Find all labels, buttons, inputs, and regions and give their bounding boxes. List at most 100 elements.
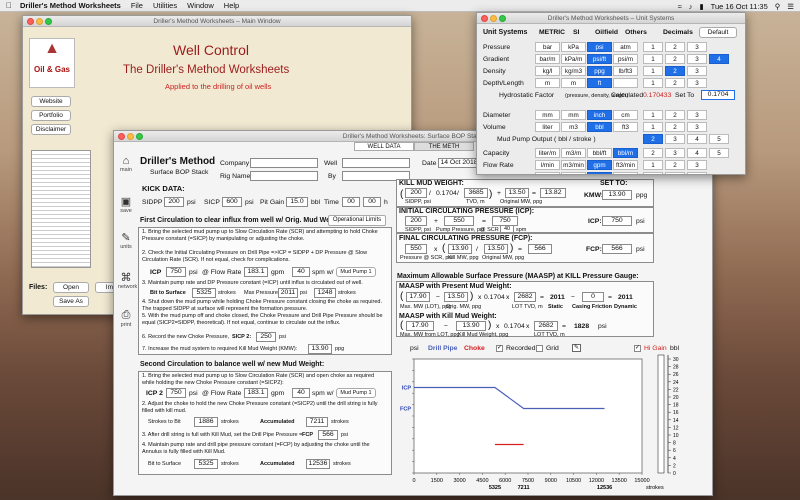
units.rows2-0-option-3[interactable]: cm	[613, 110, 638, 120]
units.rows3-1-option-1[interactable]: m3/min	[561, 160, 586, 170]
units.rows-3-option-3[interactable]	[613, 78, 638, 88]
website-button[interactable]: Website	[31, 96, 71, 107]
maasp-orig-mw[interactable]: 13.50	[444, 292, 468, 302]
units.rows-0-option-2[interactable]: psi	[587, 42, 612, 52]
mpo-decimal-2[interactable]: 4	[687, 134, 707, 144]
tab-method[interactable]: THE METH	[414, 142, 474, 151]
battery-icon[interactable]: ▮	[700, 2, 704, 11]
maasp-kill-mw[interactable]: 13.90	[456, 321, 486, 331]
kmw-field[interactable]: 13.90	[308, 344, 332, 354]
units.rows-1-decimal-1[interactable]: 2	[665, 54, 685, 64]
mud-pump-2-selector[interactable]: Mud Pump 1	[336, 388, 376, 398]
units.rows-2-decimal-1[interactable]: 2	[665, 66, 685, 76]
units.rows-3-option-0[interactable]: m	[535, 78, 560, 88]
maasp-max-mw[interactable]: 17.90	[406, 292, 430, 302]
save-as-button[interactable]: Save As	[53, 296, 89, 307]
worksheet-thumbnail[interactable]	[31, 150, 91, 268]
units.rows3-2-option-0[interactable]: kg/m	[535, 172, 560, 174]
icp-field[interactable]: 750	[166, 267, 186, 277]
accumulated-field[interactable]: 7211	[306, 417, 328, 427]
units.rows2-0-option-2[interactable]: inch	[587, 110, 612, 120]
units.rows2-1-option-2[interactable]: bbl	[587, 122, 612, 132]
menu-app-name[interactable]: Driller's Method Worksheets	[20, 1, 121, 10]
units.rows3-0-decimal-3[interactable]: 5	[709, 148, 729, 158]
units.rows3-2-option-1[interactable]: kg/m	[561, 172, 586, 174]
units.rows2-0-option-1[interactable]: mm	[561, 110, 586, 120]
close-button[interactable]	[481, 15, 488, 22]
units.rows2-1-decimal-1[interactable]: 2	[665, 122, 685, 132]
strokes-to-bit-field[interactable]: 1886	[194, 417, 218, 427]
units-titlebar[interactable]: Driller's Method Worksheets – Unit Syste…	[477, 13, 745, 24]
company-field[interactable]	[250, 158, 318, 168]
units.rows-0-decimal-1[interactable]: 2	[665, 42, 685, 52]
units.rows-1-option-2[interactable]: psi/ft	[587, 54, 612, 64]
search-icon[interactable]: ⚲	[775, 2, 781, 11]
units.rows2-1-decimal-2[interactable]: 3	[687, 122, 707, 132]
kmw-set-field[interactable]: 13.90	[602, 190, 632, 200]
flow-rate-2-field[interactable]: 183.1	[244, 388, 268, 398]
units.rows-0-decimal-0[interactable]: 1	[643, 42, 663, 52]
menu-utilities[interactable]: Utilities	[153, 1, 177, 10]
fcp-kill-mw[interactable]: 13.90	[448, 244, 472, 254]
units.rows-2-option-2[interactable]: ppg	[587, 66, 612, 76]
zoom-button[interactable]	[499, 15, 506, 22]
well-field[interactable]	[342, 158, 410, 168]
icp-sidpp[interactable]: 200	[405, 216, 427, 226]
units.rows3-1-option-2[interactable]: gpm	[587, 160, 612, 170]
fcp-field[interactable]: 566	[318, 430, 338, 440]
units.rows-1-decimal-3[interactable]: 4	[709, 54, 729, 64]
units.rows2-0-decimal-1[interactable]: 2	[665, 110, 685, 120]
units.rows3-1-option-0[interactable]: l/min	[535, 160, 560, 170]
units.rows3-2-option-3[interactable]: lb/ft	[613, 172, 638, 174]
minimize-button[interactable]	[127, 133, 134, 140]
others-header[interactable]: Others	[625, 29, 647, 36]
tab-well-data[interactable]: WELL DATA	[354, 142, 414, 151]
time-field-2[interactable]: 00	[363, 197, 381, 207]
metric-header[interactable]: METRIC	[539, 29, 565, 36]
units.rows-0-option-0[interactable]: bar	[535, 42, 560, 52]
units.rows-2-decimal-0[interactable]: 1	[643, 66, 663, 76]
oilfield-header[interactable]: Oilfield	[595, 29, 618, 36]
minimize-button[interactable]	[490, 15, 497, 22]
portfolio-button[interactable]: Portfolio	[31, 110, 71, 121]
volume-icon[interactable]: ♪	[689, 2, 693, 11]
open-button[interactable]: Open	[53, 282, 89, 293]
units.rows3-0-decimal-1[interactable]: 3	[665, 148, 685, 158]
units.rows3-0-option-2[interactable]: bbl/ft	[587, 148, 612, 158]
icp-set-field[interactable]: 750	[602, 216, 632, 226]
maasp-lot-tvd-2[interactable]: 2682	[534, 321, 558, 331]
maasp-casing-friction[interactable]: 0	[582, 292, 604, 302]
close-button[interactable]	[118, 133, 125, 140]
units.rows-2-option-0[interactable]: kg/l	[535, 66, 560, 76]
close-button[interactable]	[27, 18, 34, 25]
units.rows3-0-option-3[interactable]: bbl/m	[613, 148, 638, 158]
apple-icon[interactable]: 	[6, 1, 12, 10]
units.rows-1-option-0[interactable]: bar/m	[535, 54, 560, 64]
main-window-titlebar[interactable]: Driller's Method Worksheets – Main Windo…	[23, 16, 411, 27]
sidpp-field[interactable]: 200	[164, 197, 184, 207]
max-pressure-field[interactable]: 2011	[278, 288, 298, 298]
pit-gain-field[interactable]: 15.0	[286, 197, 308, 207]
sidebar-save[interactable]: ▣ save	[118, 195, 134, 214]
sicp-field[interactable]: 600	[222, 197, 242, 207]
units.rows-2-option-1[interactable]: kg/m3	[561, 66, 586, 76]
units.rows2-0-option-0[interactable]: mm	[535, 110, 560, 120]
units.rows-3-decimal-2[interactable]: 3	[687, 78, 707, 88]
units.rows3-2-decimal-2[interactable]: 3	[687, 172, 707, 174]
units.rows3-1-option-3[interactable]: ft3/min	[613, 160, 638, 170]
units.rows-1-option-1[interactable]: kPa/m	[561, 54, 586, 64]
units.rows-0-option-3[interactable]: atm	[613, 42, 638, 52]
kmw-sidpp[interactable]: 200	[405, 188, 427, 198]
sidebar-network[interactable]: ⌘ network	[118, 271, 137, 290]
units.rows3-2-decimal-1[interactable]: 2	[665, 172, 685, 174]
set-to-field[interactable]: 0.1704	[701, 90, 735, 100]
units.rows3-0-option-1[interactable]: m3/m	[561, 148, 586, 158]
units.rows2-0-decimal-0[interactable]: 1	[643, 110, 663, 120]
spm-field[interactable]: 40	[292, 267, 310, 277]
units.rows-0-decimal-2[interactable]: 3	[687, 42, 707, 52]
units.rows2-1-option-1[interactable]: m3	[561, 122, 586, 132]
units.rows2-0-decimal-2[interactable]: 3	[687, 110, 707, 120]
accumulated-2-field[interactable]: 12536	[306, 459, 330, 469]
mpo-decimal-3[interactable]: 5	[709, 134, 729, 144]
list-icon[interactable]: ☰	[787, 2, 794, 11]
